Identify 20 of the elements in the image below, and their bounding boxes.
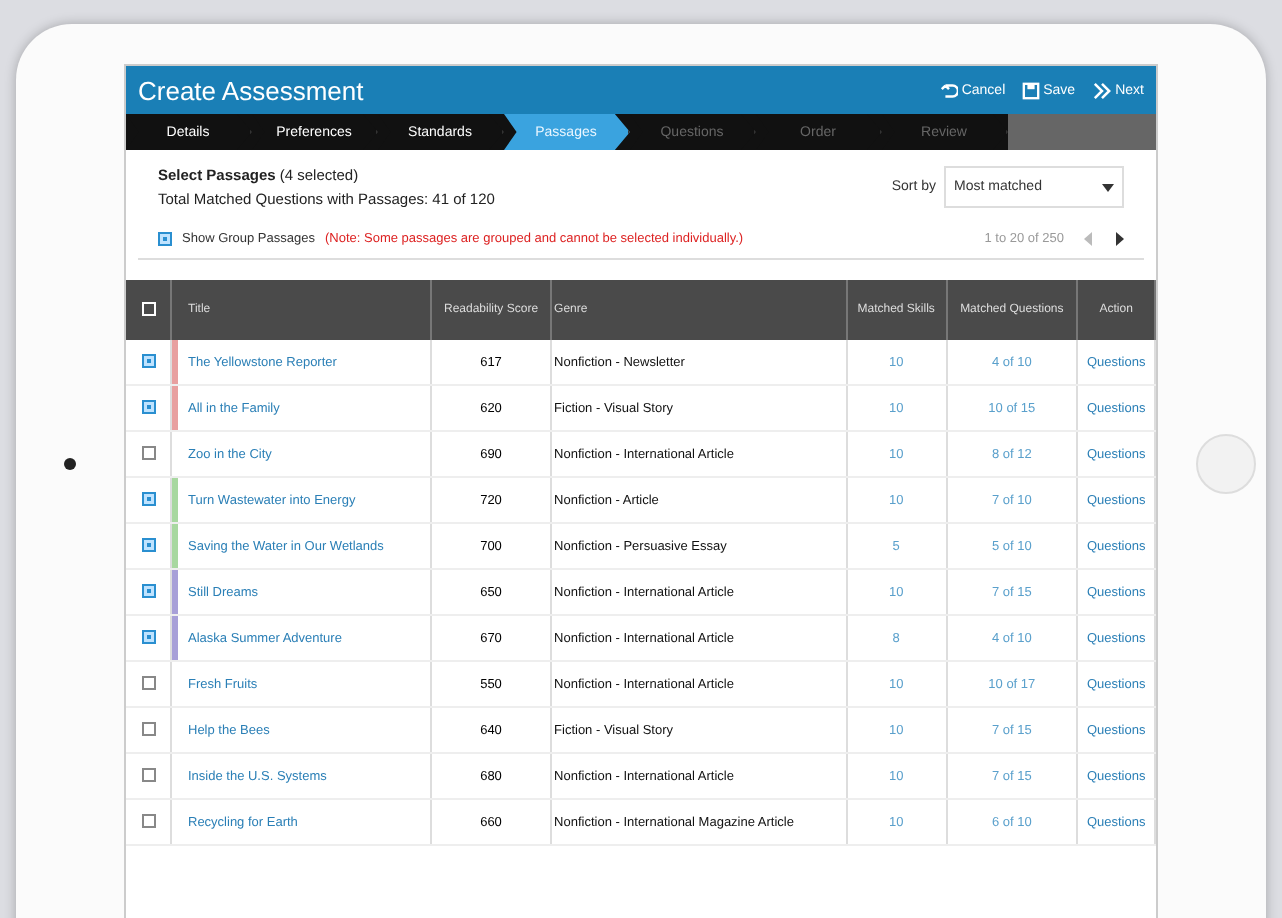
select-all-checkbox[interactable] bbox=[141, 301, 155, 315]
row-checkbox[interactable] bbox=[141, 353, 155, 367]
camera-dot bbox=[64, 458, 76, 470]
row-checkbox[interactable] bbox=[141, 629, 155, 643]
previous-page-icon[interactable] bbox=[1084, 232, 1094, 246]
row-checkbox[interactable] bbox=[141, 445, 155, 459]
checkbox[interactable] bbox=[158, 232, 172, 246]
row-checkbox[interactable] bbox=[141, 767, 155, 781]
row-checkbox[interactable] bbox=[141, 675, 155, 689]
row-checkbox[interactable] bbox=[141, 813, 155, 827]
row-checkbox[interactable] bbox=[141, 399, 155, 413]
row-checkbox[interactable] bbox=[141, 721, 155, 735]
row-checkbox[interactable] bbox=[141, 491, 155, 505]
row-checkbox[interactable] bbox=[141, 583, 155, 597]
row-checkbox[interactable] bbox=[141, 537, 155, 551]
undo-icon bbox=[939, 81, 958, 99]
next-page-icon[interactable] bbox=[1114, 232, 1124, 246]
dropdown-caret-icon bbox=[1102, 183, 1114, 191]
double-chevron-icon bbox=[1091, 81, 1112, 99]
page-title: Create Assessment bbox=[138, 75, 364, 105]
